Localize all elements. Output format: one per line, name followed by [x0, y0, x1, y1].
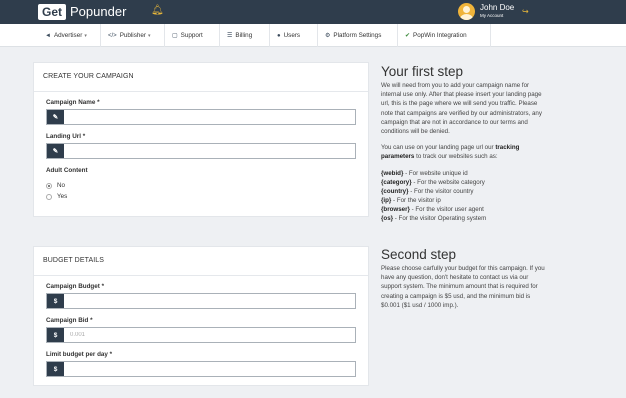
campaign-bid-label: Campaign Bid * — [46, 317, 93, 324]
adult-content-label: Adult Content — [46, 167, 88, 174]
panel-title: CREATE YOUR CAMPAIGN — [43, 73, 134, 80]
nav-popwin-integration-label: PopWin Integration — [413, 32, 467, 39]
nav-advertiser-label: Advertiser — [53, 32, 83, 39]
param-desc: - For the visitor Operating system — [393, 215, 487, 222]
campaign-name-field: ✎ — [46, 109, 356, 125]
campaign-bid-input[interactable] — [64, 328, 355, 342]
param-os: {os} - For the visitor Operating system — [381, 215, 486, 224]
code-icon: </> — [108, 32, 117, 39]
user-name[interactable]: John Doe — [480, 3, 514, 12]
param-desc: - For the visitor ip — [391, 197, 441, 204]
create-campaign-panel: CREATE YOUR CAMPAIGN Campaign Name * ✎ L… — [33, 62, 369, 217]
nav-support[interactable]: ▢ Support — [165, 24, 220, 47]
nav-advertiser[interactable]: ◄ Advertiser ▾ — [38, 24, 101, 47]
radio-unselected-icon — [46, 193, 52, 200]
landing-url-input[interactable] — [64, 144, 355, 158]
bell-icon[interactable]: 🔔︎ — [151, 6, 164, 16]
gears-icon: ⚙ — [325, 33, 331, 39]
param-webid: {webid} - For website unique id — [381, 170, 468, 179]
second-step-heading: Second step — [381, 247, 457, 262]
adult-content-no-radio[interactable]: No — [46, 182, 65, 189]
param-key: {os} — [381, 215, 394, 222]
param-desc: - For website unique id — [403, 170, 468, 177]
nav-billing-label: Billing — [235, 32, 253, 39]
dollar-icon: $ — [47, 362, 64, 376]
param-ip: {ip} - For the visitor ip — [381, 197, 441, 206]
edit-icon: ✎ — [47, 110, 64, 124]
campaign-budget-label: Campaign Budget * — [46, 283, 105, 290]
param-desc: - For the visitor user agent — [409, 206, 484, 213]
landing-url-field: ✎ — [46, 143, 356, 159]
nav-billing[interactable]: ☰ Billing — [220, 24, 270, 47]
param-browser: {browser} - For the visitor user agent — [381, 206, 484, 215]
param-key: {webid} — [381, 170, 404, 177]
panel-title: BUDGET DETAILS — [43, 257, 105, 264]
nav-platform-settings[interactable]: ⚙ Platform Settings — [318, 24, 398, 47]
landing-url-label: Landing Url * — [46, 133, 86, 140]
param-key: {country} — [381, 188, 409, 195]
tracking-pre: You can use on your landing page url our — [381, 144, 496, 151]
logo[interactable]: Get Popunder — [38, 4, 126, 20]
nav-support-label: Support — [180, 32, 203, 39]
budget-details-panel: BUDGET DETAILS Campaign Budget * $ Campa… — [33, 246, 369, 386]
my-account-link[interactable]: My Account — [480, 13, 503, 19]
main-nav: ◄ Advertiser ▾ </> Publisher ▾ ▢ Support… — [0, 24, 626, 47]
param-key: {browser} — [381, 206, 410, 213]
divider — [34, 91, 368, 92]
campaign-budget-field: $ — [46, 293, 356, 309]
avatar[interactable] — [458, 3, 475, 20]
logout-icon[interactable]: ↪ — [522, 7, 529, 16]
popwin-icon: ✔ — [405, 33, 411, 39]
chevron-down-icon: ▾ — [84, 32, 87, 39]
nav-platform-settings-label: Platform Settings — [333, 32, 382, 39]
tracking-text: You can use on your landing page url our… — [381, 143, 549, 161]
nav-users[interactable]: ● Users — [270, 24, 318, 47]
limit-budget-label: Limit budget per day * — [46, 351, 113, 358]
limit-budget-input[interactable] — [64, 362, 355, 376]
param-key: {ip} — [381, 197, 392, 204]
top-bar: Get Popunder 🔔︎ John Doe My Account ↪ — [0, 0, 626, 24]
limit-budget-field: $ — [46, 361, 356, 377]
logo-popunder-text: Popunder — [70, 4, 127, 19]
billing-icon: ☰ — [227, 33, 233, 39]
adult-no-label: No — [57, 182, 66, 189]
dollar-icon: $ — [47, 328, 64, 342]
adult-content-yes-radio[interactable]: Yes — [46, 193, 67, 200]
chat-icon: ▢ — [172, 33, 178, 39]
dollar-icon: $ — [47, 294, 64, 308]
tracking-post: to track our websites such as: — [414, 153, 498, 161]
param-desc: - For the website category — [411, 179, 485, 186]
radio-selected-icon — [46, 182, 52, 189]
param-country: {country} - For the visitor country — [381, 188, 474, 197]
megaphone-icon: ◄ — [45, 32, 51, 39]
nav-publisher-label: Publisher — [119, 32, 146, 39]
nav-popwin-integration[interactable]: ✔ PopWin Integration — [398, 24, 491, 47]
campaign-name-input[interactable] — [64, 110, 355, 124]
first-step-text: We will need from you to add your campai… — [381, 82, 542, 136]
logo-get-text: Get — [38, 4, 67, 20]
second-step-text: Please choose carfully your budget for t… — [381, 265, 545, 309]
nav-users-label: Users — [283, 32, 301, 39]
first-step-heading: Your first step — [381, 64, 464, 79]
nav-publisher[interactable]: </> Publisher ▾ — [101, 24, 165, 47]
campaign-bid-field: $ — [46, 327, 356, 343]
users-icon: ● — [277, 32, 281, 39]
param-key: {category} — [381, 179, 412, 186]
param-desc: - For the visitor country — [408, 188, 474, 195]
chevron-down-icon: ▾ — [147, 32, 151, 39]
edit-icon: ✎ — [47, 144, 64, 158]
divider — [34, 275, 368, 276]
campaign-name-label: Campaign Name * — [46, 99, 100, 106]
adult-yes-label: Yes — [57, 193, 68, 200]
param-category: {category} - For the website category — [381, 179, 485, 188]
campaign-budget-input[interactable] — [64, 294, 355, 308]
